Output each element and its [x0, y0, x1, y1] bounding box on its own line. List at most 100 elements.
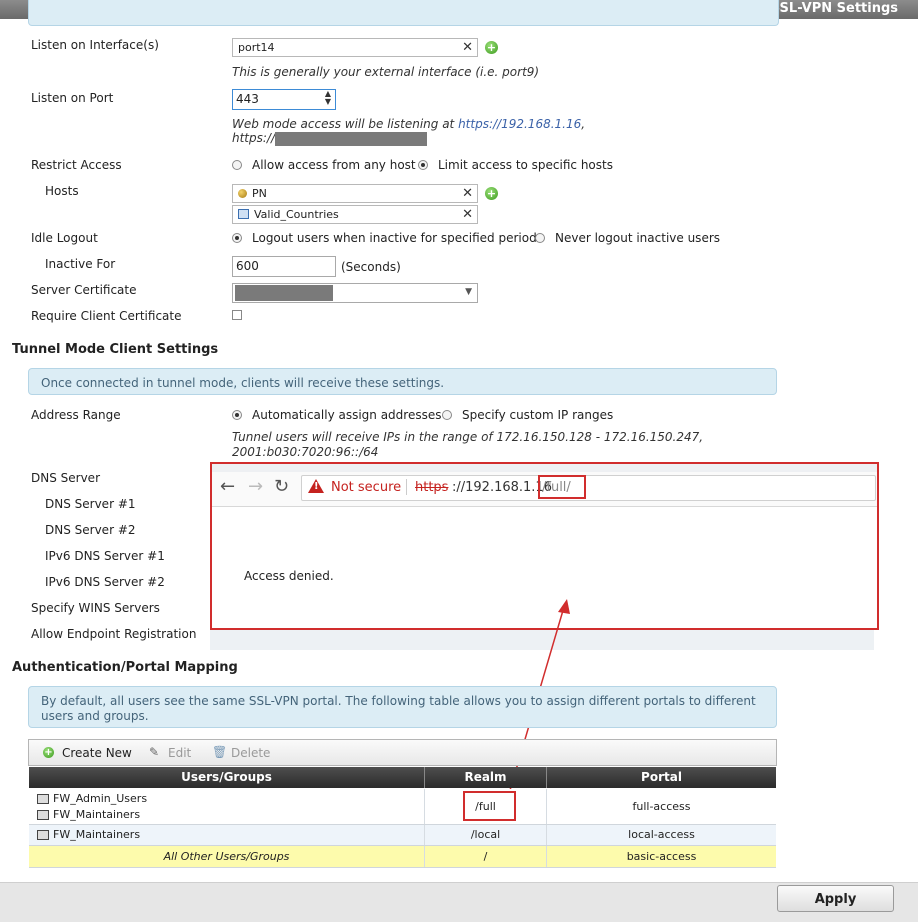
- url-divider: [406, 479, 407, 495]
- ipv6-dns2-label: IPv6 DNS Server #2: [45, 575, 165, 589]
- endpoint-label: Allow Endpoint Registration: [31, 627, 197, 641]
- port-hint-comma: ,: [581, 117, 586, 131]
- add-interface-icon[interactable]: +: [485, 41, 498, 54]
- remove-interface-icon[interactable]: ✕: [462, 40, 473, 55]
- port-hint-text: Web mode access will be listening at: [232, 117, 459, 131]
- redacted-address: [275, 131, 428, 146]
- port-hint-line2: https://: [232, 131, 428, 146]
- realm-cell: /: [425, 846, 547, 867]
- user-group-icon: [37, 810, 49, 820]
- restrict-access-label: Restrict Access: [31, 158, 122, 172]
- back-arrow-icon[interactable]: ←: [220, 476, 235, 497]
- url-scheme: https: [415, 480, 449, 495]
- radio-limit-hosts[interactable]: [418, 160, 428, 170]
- users-cell: FW_Maintainers: [29, 825, 425, 845]
- wins-label: Specify WINS Servers: [31, 601, 160, 615]
- col-users-groups[interactable]: Users/Groups: [29, 767, 425, 788]
- realm-cell: /local: [425, 825, 547, 845]
- access-denied-text: Access denied.: [244, 569, 334, 583]
- url-path-highlight: [538, 475, 586, 499]
- table-row[interactable]: FW_Admin_Users FW_Maintainers /full full…: [29, 789, 776, 825]
- port-input[interactable]: 443 ▲ ▼: [232, 89, 336, 110]
- listen-port-label: Listen on Port: [31, 91, 114, 105]
- top-info-box: [28, 0, 779, 26]
- user-group-name: FW_Maintainers: [53, 808, 141, 821]
- host-item-pn[interactable]: PN ✕: [232, 184, 478, 203]
- require-client-cert-checkbox[interactable]: [232, 310, 242, 320]
- remove-host-icon[interactable]: ✕: [462, 207, 473, 222]
- reload-icon[interactable]: ↻: [274, 476, 289, 497]
- delete-icon: 🗑: [212, 745, 228, 759]
- realm-highlight: [463, 791, 516, 821]
- page-title: SSL-VPN Settings: [770, 1, 898, 16]
- remove-host-icon[interactable]: ✕: [462, 186, 473, 201]
- range-hint-line1: Tunnel users will receive IPs in the ran…: [232, 430, 704, 444]
- idle-logout-label: Idle Logout: [31, 231, 98, 245]
- tunnel-info-box: Once connected in tunnel mode, clients w…: [28, 368, 777, 395]
- radio-allow-any-host[interactable]: [232, 160, 242, 170]
- address-bar[interactable]: Not secure https ://192.168.1.16 /full/: [301, 475, 876, 501]
- inactive-for-input[interactable]: 600: [232, 256, 336, 277]
- require-client-cert-label: Require Client Certificate: [31, 309, 182, 323]
- host-item-valid-countries[interactable]: Valid_Countries ✕: [232, 205, 478, 224]
- server-cert-label: Server Certificate: [31, 283, 137, 297]
- url-host: ://192.168.1.16: [452, 480, 552, 495]
- interface-hint: This is generally your external interfac…: [232, 65, 540, 79]
- col-realm[interactable]: Realm: [425, 767, 547, 788]
- server-cert-select[interactable]: ▼: [232, 283, 478, 303]
- port-hint: Web mode access will be listening at htt…: [232, 117, 585, 131]
- user-group-name: FW_Admin_Users: [53, 792, 148, 805]
- col-portal[interactable]: Portal: [547, 767, 776, 788]
- user-group-item: FW_Maintainers: [37, 807, 416, 823]
- range-hint-line2: 2001:b030:7020:96::/64: [232, 445, 379, 459]
- inactive-for-value: 600: [236, 259, 259, 273]
- port-hint-url[interactable]: https://192.168.1.16: [458, 117, 581, 131]
- listen-interface-label: Listen on Interface(s): [31, 38, 159, 52]
- create-new-icon: +: [43, 747, 54, 758]
- custom-ip-label: Specify custom IP ranges: [462, 408, 614, 422]
- dns-server-label: DNS Server: [31, 471, 100, 485]
- hosts-label: Hosts: [45, 184, 79, 198]
- inactive-for-label: Inactive For: [45, 257, 116, 271]
- never-logout-label: Never logout inactive users: [555, 231, 721, 245]
- port-hint-url2: https://: [232, 131, 276, 145]
- table-row[interactable]: FW_Maintainers /local local-access: [29, 825, 776, 846]
- forward-arrow-icon[interactable]: →: [248, 476, 263, 497]
- delete-button[interactable]: Delete: [231, 746, 270, 760]
- create-new-button[interactable]: Create New: [62, 746, 132, 760]
- user-group-icon: [37, 830, 49, 840]
- dns2-label: DNS Server #2: [45, 523, 136, 537]
- table-row[interactable]: All Other Users/Groups / basic-access: [29, 846, 776, 868]
- port-spinner-icon[interactable]: ▲ ▼: [325, 90, 331, 106]
- interface-field[interactable]: port14 ✕: [232, 38, 478, 57]
- chevron-down-icon[interactable]: ▼: [465, 287, 472, 297]
- apply-button[interactable]: Apply: [777, 885, 894, 912]
- portal-cell: full-access: [632, 800, 691, 813]
- seconds-unit: (Seconds): [341, 260, 401, 274]
- not-secure-label: Not secure: [331, 480, 402, 495]
- redacted-certificate: [235, 285, 333, 301]
- radio-never-logout[interactable]: [535, 233, 545, 243]
- users-cell: All Other Users/Groups: [29, 846, 425, 867]
- logout-inactive-label: Logout users when inactive for specified…: [252, 231, 537, 245]
- auth-info-box: By default, all users see the same SSL-V…: [28, 686, 777, 728]
- warning-icon: [308, 479, 324, 493]
- dns1-label: DNS Server #1: [45, 497, 136, 511]
- add-host-icon[interactable]: +: [485, 187, 498, 200]
- edit-icon: ✎: [149, 745, 160, 759]
- tunnel-section-title: Tunnel Mode Client Settings: [12, 342, 219, 357]
- radio-custom-ip[interactable]: [442, 410, 452, 420]
- user-group-icon: [37, 794, 49, 804]
- browser-nav-bar: ← → ↻ Not secure https ://192.168.1.16 /…: [212, 472, 877, 507]
- portal-cell: basic-access: [626, 850, 697, 863]
- host-item-label: Valid_Countries: [254, 208, 339, 221]
- interface-value: port14: [238, 41, 275, 54]
- user-group-item: FW_Admin_Users: [37, 791, 416, 807]
- address-range-label: Address Range: [31, 408, 121, 422]
- radio-logout-inactive[interactable]: [232, 233, 242, 243]
- edit-button[interactable]: Edit: [168, 746, 191, 760]
- allow-any-host-label: Allow access from any host: [252, 158, 416, 172]
- portal-cell: local-access: [628, 828, 695, 841]
- port-value: 443: [236, 92, 259, 106]
- radio-auto-assign[interactable]: [232, 410, 242, 420]
